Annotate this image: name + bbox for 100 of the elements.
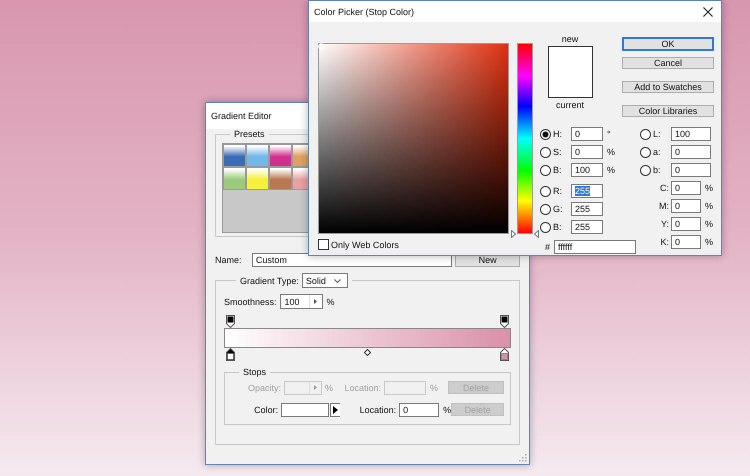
value-field[interactable]: 0 [671, 145, 711, 159]
resize-grip-icon[interactable] [519, 454, 527, 462]
swatch-label: new [562, 34, 578, 44]
field-label: S: [553, 147, 562, 157]
radio-button[interactable] [640, 164, 651, 176]
dialog-button[interactable]: OK [622, 37, 714, 51]
field-label: G: [553, 204, 563, 214]
radio-button[interactable] [540, 186, 551, 196]
value-field[interactable]: 100 [671, 127, 711, 141]
picker-circle-icon[interactable] [318, 43, 325, 50]
slider-handle-icon[interactable] [511, 230, 539, 238]
field-label: R: [553, 186, 562, 196]
field-value: 255 [575, 186, 590, 196]
field-value: 0 [575, 129, 580, 139]
dialog-button[interactable]: Add to Swatches [622, 81, 714, 93]
preset-swatch[interactable] [269, 144, 292, 167]
value-field[interactable]: 255 [571, 220, 603, 234]
color-stop-icon[interactable] [500, 348, 509, 361]
checkbox-label: Only Web Colors [331, 240, 399, 250]
value-field[interactable]: 0 [671, 199, 701, 213]
field-label: # [544, 242, 552, 252]
gradient-type-dropdown[interactable]: Solid [302, 273, 348, 288]
field-label: Location: [343, 382, 381, 392]
field-label: H: [553, 129, 562, 139]
smoothness-field[interactable]: 100 [280, 294, 323, 309]
radio-button[interactable] [540, 146, 551, 158]
value-field[interactable]: 0 [671, 235, 701, 249]
opacity-field[interactable] [284, 380, 322, 394]
location-field[interactable]: 0 [399, 402, 440, 416]
field-value: 100 [575, 165, 590, 175]
radio-button[interactable] [640, 128, 651, 140]
opacity-stop-icon[interactable] [226, 315, 235, 328]
field-value: 255 [575, 222, 590, 232]
saturation-brightness-field[interactable] [318, 43, 509, 234]
field-value: 100 [675, 129, 690, 139]
color-preview [548, 46, 592, 98]
preset-swatch[interactable] [223, 144, 246, 167]
value-field[interactable]: 255 [571, 184, 603, 198]
value-field[interactable]: 255 [571, 202, 603, 216]
value-field[interactable]: 100 [571, 163, 603, 177]
field-label: b: [653, 165, 661, 175]
unit-label: % [443, 404, 452, 414]
field-value: 0 [675, 147, 680, 157]
preset-swatch[interactable] [246, 144, 269, 167]
arrow-right-icon[interactable] [330, 402, 340, 416]
location-field[interactable] [384, 380, 426, 394]
field-value: 255 [575, 204, 590, 214]
unit-label: ° [607, 129, 611, 139]
field-label: C: [660, 183, 669, 193]
value-field[interactable]: 0 [671, 217, 701, 231]
radio-button[interactable] [540, 164, 551, 176]
dialog-button[interactable]: Color Libraries [622, 105, 714, 117]
unit-label: % [326, 296, 335, 306]
value-field[interactable]: 0 [671, 181, 701, 195]
field-label: Location: [358, 404, 396, 414]
radio-button[interactable] [540, 128, 551, 140]
hex-field[interactable]: ffffff [554, 240, 636, 254]
swatch-label: current [556, 100, 584, 110]
field-value: 0 [675, 183, 680, 193]
field-label: B: [553, 222, 562, 232]
value-field[interactable]: 0 [571, 127, 603, 141]
unit-label: % [705, 219, 714, 229]
close-icon[interactable] [703, 6, 713, 16]
radio-button[interactable] [540, 204, 551, 214]
value-field[interactable]: 0 [571, 145, 603, 159]
field-value: 0 [675, 165, 680, 175]
value-field[interactable]: 0 [671, 163, 711, 177]
field-label: Gradient Type: [240, 276, 299, 286]
unit-label: % [705, 201, 714, 211]
preset-swatch[interactable] [223, 167, 246, 190]
field-label: Smoothness: [224, 296, 277, 306]
field-label: Y: [660, 219, 669, 229]
field-value: 0 [675, 201, 680, 211]
opacity-stop-icon[interactable] [500, 315, 509, 328]
dialog-button[interactable]: Cancel [622, 57, 714, 69]
field-label: M: [659, 201, 669, 211]
unit-label: % [705, 183, 714, 193]
preset-swatch[interactable] [246, 167, 269, 190]
field-label: Opacity: [246, 382, 281, 392]
chevron-down-icon [334, 278, 341, 282]
color-stop-icon[interactable] [226, 348, 235, 361]
window-title: Color Picker (Stop Color) [314, 6, 414, 16]
group-label: Presets [233, 129, 266, 139]
field-label: L: [653, 129, 661, 139]
unit-label: % [325, 382, 334, 392]
radio-button[interactable] [540, 222, 551, 232]
field-label: B: [553, 165, 562, 175]
unit-label: % [607, 165, 616, 175]
unit-label: % [607, 147, 616, 157]
radio-button[interactable] [640, 146, 651, 158]
field-value: 0 [675, 219, 680, 229]
field-label: Name: [215, 255, 243, 265]
hue-slider[interactable] [510, 43, 540, 238]
field-value: 0 [575, 147, 580, 157]
unit-label: % [705, 237, 714, 247]
arrow-right-icon[interactable] [314, 299, 318, 304]
unit-label: % [430, 382, 438, 392]
field-label: Color: [253, 404, 278, 414]
preset-swatch[interactable] [269, 167, 292, 190]
checkbox[interactable] [318, 239, 329, 250]
